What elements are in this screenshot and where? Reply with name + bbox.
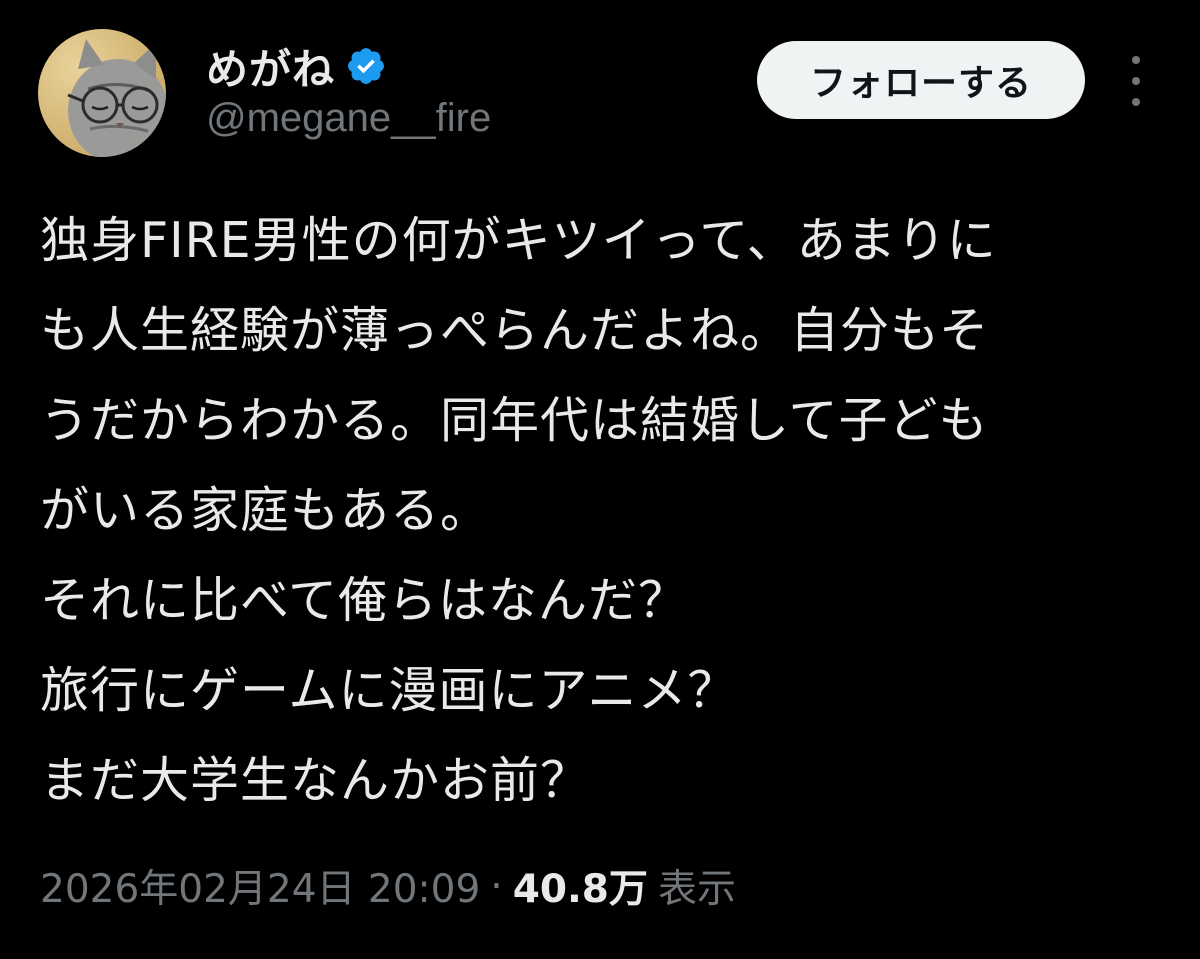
tweet-text-line: まだ大学生なんかお前？ [40, 752, 591, 809]
tweet-text-line: も人生経験が薄っぺらんだよね。自分もそ [40, 302, 990, 359]
views-count: 40.8万 [512, 867, 648, 912]
more-dot [1132, 77, 1140, 85]
views-label: 表示 [657, 867, 736, 912]
avatar[interactable] [38, 29, 166, 157]
tweet-meta: 2026年02月24日 20:09 · 40.8万 表示 [40, 858, 736, 914]
verified-badge-icon [345, 45, 387, 87]
tweet-text: 独身FIRE男性の何がキツイって、あまりに も人生経験が薄っぺらんだよね。自分も… [40, 196, 1170, 826]
timestamp[interactable]: 2026年02月24日 20:09 [40, 858, 480, 914]
display-name-row[interactable]: めがね [206, 38, 387, 94]
meta-separator: · [490, 863, 503, 909]
tweet-text-line: がいる家庭もある。 [40, 482, 491, 539]
tweet-text-line: 旅行にゲームに漫画にアニメ？ [40, 662, 738, 719]
tweet-text-line: 独身FIRE男性の何がキツイって、あまりに [40, 212, 997, 269]
tweet-text-line: それに比べて俺らはなんだ？ [40, 572, 689, 629]
more-dot [1132, 98, 1140, 106]
tweet-text-line: うだからわかる。同年代は結婚して子ども [40, 392, 989, 449]
tweet-card: めがね @megane__fire フォローする 独身FIRE男性の何がキツイっ… [0, 0, 1200, 959]
more-vertical-icon[interactable] [1118, 56, 1154, 106]
user-handle[interactable]: @megane__fire [206, 96, 491, 141]
more-dot [1132, 56, 1140, 64]
follow-button[interactable]: フォローする [757, 41, 1085, 119]
display-name[interactable]: めがね [206, 36, 335, 97]
